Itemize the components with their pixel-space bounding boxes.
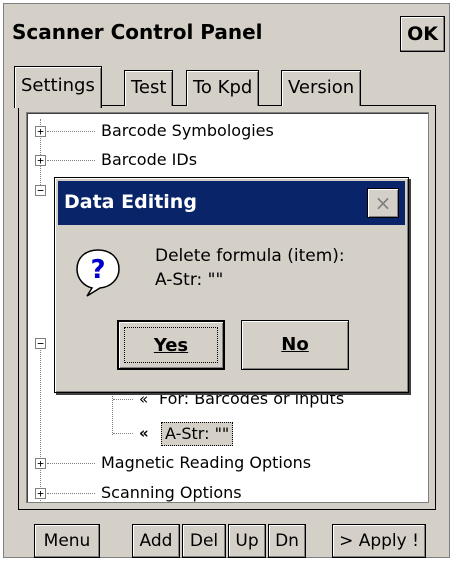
tree-item-label-selected: A-Str: "" [161,422,234,446]
tree-connector [47,160,95,161]
expand-plus-icon[interactable]: + [35,488,46,499]
tab-to-kpd[interactable]: To Kpd [186,70,260,106]
tab-version[interactable]: Version [281,70,362,106]
tree-item-magnetic-reading-options[interactable]: + Magnetic Reading Options [27,449,427,477]
close-icon[interactable]: × [367,188,399,218]
window-title: Scanner Control Panel [12,20,263,44]
ok-button[interactable]: OK [400,16,445,52]
tree-item-barcode-symbologies[interactable]: + Barcode Symbologies [27,117,427,145]
add-button[interactable]: Add [132,524,180,558]
question-icon: ? [76,249,120,297]
dialog-message: Delete formula (item): A-Str: "" [155,244,345,292]
dialog-message-line1: Delete formula (item): [155,246,345,266]
dialog-titlebar: Data Editing × [58,181,405,225]
collapse-minus-icon[interactable]: − [35,338,46,349]
window-titlebar: Scanner Control Panel OK [4,4,449,59]
tree-connector [47,463,95,464]
tree-item-label: Barcode Symbologies [101,121,274,140]
no-button-label: No [281,334,309,355]
expand-plus-icon[interactable]: + [35,458,46,469]
tree-item-label: Scanning Options [101,483,242,502]
move-up-button[interactable]: Up [228,524,266,558]
double-chevron-left-icon: « [139,424,149,442]
tree-connector [47,131,95,132]
data-editing-dialog: Data Editing × ? Delete formula (item): … [54,177,409,393]
tree-connector [113,399,133,400]
expand-plus-icon[interactable]: + [35,155,46,166]
tab-settings[interactable]: Settings [14,66,102,108]
apply-button[interactable]: > Apply ! [332,524,426,558]
tab-test[interactable]: Test [124,70,174,106]
dialog-message-line2: A-Str: "" [155,270,224,290]
move-down-button[interactable]: Dn [268,524,306,558]
expand-plus-icon[interactable]: + [35,126,46,137]
tree-item-a-str[interactable]: « A-Str: "" [27,419,427,447]
delete-button[interactable]: Del [182,524,226,558]
tree-item-label: Barcode IDs [101,150,198,169]
focus-rect [124,327,218,363]
tree-item-label: Magnetic Reading Options [101,453,312,472]
yes-button[interactable]: Yes [117,320,225,370]
svg-text:?: ? [90,255,105,285]
no-button[interactable]: No [241,320,349,370]
dialog-title: Data Editing [64,191,197,213]
tree-item-barcode-ids[interactable]: + Barcode IDs [27,146,427,174]
menu-button[interactable]: Menu [34,524,100,558]
tree-connector [113,433,133,434]
tree-connector [47,493,95,494]
tree-item-scanning-options[interactable]: + Scanning Options [27,479,427,507]
collapse-minus-icon[interactable]: − [35,185,46,196]
